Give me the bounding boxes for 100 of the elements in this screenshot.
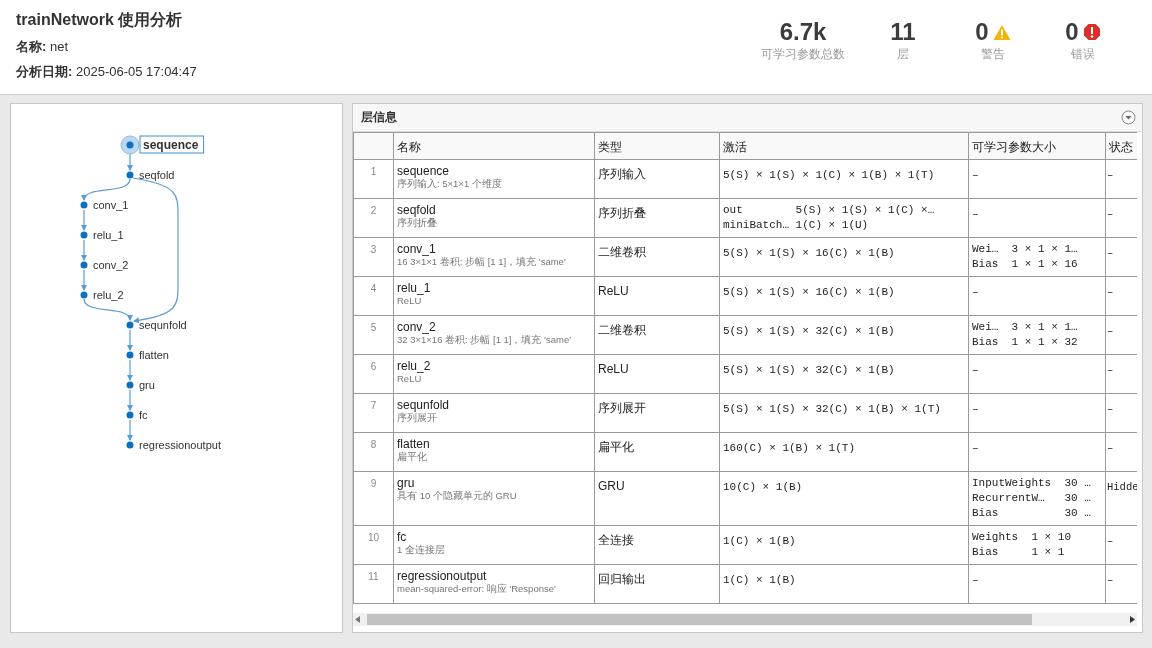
row-number: 9 — [370, 478, 377, 489]
layer-name: conv_1 — [397, 242, 437, 256]
column-header[interactable]: 激活 — [723, 140, 747, 154]
graph-node[interactable] — [80, 201, 88, 209]
learnable-size: Wei… 3 × 1 × 1… Bias 1 × 1 × 16 — [972, 242, 1078, 272]
connector-arrow — [127, 359, 133, 381]
row-number: 2 — [370, 205, 377, 216]
learnable-size: – — [972, 285, 979, 300]
activation-size: 1(C) × 1(B) — [723, 573, 796, 588]
node-label: sequnfold — [139, 319, 187, 331]
activation-size: 5(S) × 1(S) × 32(C) × 1(B) — [723, 324, 895, 339]
graph-node[interactable] — [80, 231, 88, 239]
graph-node[interactable] — [126, 411, 134, 419]
scroll-left-icon[interactable] — [353, 614, 363, 625]
learnable-size: – — [972, 363, 979, 378]
connector-arrow — [127, 329, 133, 351]
layer-description: 1 全连接层 — [397, 544, 446, 557]
state-size: – — [1107, 402, 1114, 417]
state-size: – — [1107, 246, 1114, 261]
learnable-size: – — [972, 441, 979, 456]
graph-node[interactable] — [126, 381, 134, 389]
learnable-size: – — [972, 207, 979, 222]
state-size: – — [1107, 207, 1114, 222]
stat-label: 层 — [897, 46, 909, 63]
layer-description: 序列输入: 5×1×1 个维度 — [397, 178, 503, 191]
row-number: 3 — [370, 244, 377, 255]
stat-value: 0 — [975, 18, 989, 46]
graph-node[interactable] — [126, 441, 134, 449]
layer-type: 回归输出 — [598, 572, 646, 586]
layer-type: 序列折叠 — [598, 206, 646, 220]
layer-type: 二维卷积 — [598, 245, 646, 259]
activation-size: 10(C) × 1(B) — [723, 480, 803, 495]
row-number: 7 — [370, 400, 377, 411]
activation-size: out 5(S) × 1(S) × 1(C) ×… miniBatch… 1(C) × 1(U) — [723, 203, 935, 233]
layer-name: flatten — [397, 437, 431, 451]
column-header[interactable]: 名称 — [397, 140, 421, 154]
connector-arrow — [81, 209, 87, 231]
state-size: – — [1107, 285, 1114, 300]
layer-name: sequence — [397, 164, 451, 178]
node-label: relu_2 — [93, 289, 124, 301]
node-label: gru — [139, 379, 155, 391]
stat-value: 11 — [890, 18, 916, 46]
state-size: – — [1107, 573, 1114, 588]
scroll-right-icon[interactable] — [1127, 614, 1137, 625]
graph-node[interactable] — [126, 321, 134, 329]
graph-node[interactable] — [126, 171, 134, 179]
row-number: 4 — [370, 283, 377, 294]
learnable-size: Weights 1 × 10 Bias 1 × 1 — [972, 530, 1072, 560]
node-label: sequence — [139, 135, 205, 154]
learnable-size: Wei… 3 × 1 × 1… Bias 1 × 1 × 32 — [972, 320, 1078, 350]
state-size: – — [1107, 168, 1114, 183]
row-number: 6 — [370, 361, 377, 372]
learnable-size: InputWeights 30 … RecurrentW… 30 … Bias 30 … — [972, 476, 1091, 521]
layer-name: regressionoutput — [397, 569, 487, 583]
layer-name: sequnfold — [397, 398, 451, 412]
graph-node[interactable] — [126, 351, 134, 359]
report-title: trainNetwork 使用分析 — [16, 10, 184, 30]
state-size: – — [1107, 441, 1114, 456]
layer-name: relu_2 — [397, 359, 432, 373]
row-number: 1 — [370, 166, 377, 177]
panel-title: 层信息 — [361, 109, 397, 126]
activation-size: 5(S) × 1(S) × 16(C) × 1(B) — [723, 246, 895, 261]
node-label: regressionoutput — [139, 439, 221, 451]
dropdown-icon[interactable] — [1121, 110, 1136, 125]
stat-label: 警告 — [981, 46, 1005, 63]
graph-node[interactable] — [80, 261, 88, 269]
layer-type: 扁平化 — [598, 440, 634, 454]
layer-description: mean-squared-error: 响应 'Response' — [397, 583, 557, 596]
layer-type: 序列输入 — [598, 167, 646, 181]
graph-node[interactable] — [120, 135, 140, 155]
layer-name: relu_1 — [397, 281, 432, 295]
stat-value: 0 — [1065, 18, 1079, 46]
node-label: conv_2 — [93, 259, 129, 271]
layer-name: gru — [397, 476, 416, 490]
layer-description: ReLU — [397, 295, 423, 306]
graph-node[interactable] — [80, 291, 88, 299]
stat-label: 错误 — [1071, 46, 1095, 63]
layer-type: 全连接 — [598, 533, 634, 547]
info-text: 名称: net — [16, 38, 70, 56]
layer-description: ReLU — [397, 373, 423, 384]
layer-description: 序列展开 — [397, 412, 437, 425]
state-size: – — [1107, 324, 1114, 339]
activation-size: 5(S) × 1(S) × 32(C) × 1(B) × 1(T) — [723, 402, 941, 417]
layer-name: conv_2 — [397, 320, 437, 334]
state-size: – — [1107, 363, 1114, 378]
node-label: conv_1 — [93, 199, 129, 211]
connector-arrow — [127, 419, 133, 441]
learnable-size: – — [972, 402, 979, 417]
layer-type: GRU — [598, 479, 625, 493]
info-text: 分析日期: 2025-06-05 17:04:47 — [16, 63, 197, 81]
activation-size: 5(S) × 1(S) × 16(C) × 1(B) — [723, 285, 895, 300]
layer-description: 32 3×1×16 卷积: 步幅 [1 1]，填充 'same' — [397, 334, 572, 347]
column-header[interactable]: 类型 — [598, 140, 622, 154]
row-number: 5 — [370, 322, 377, 333]
node-label: flatten — [139, 349, 169, 361]
row-number: 10 — [367, 532, 380, 543]
learnable-size: – — [972, 168, 979, 183]
node-label: seqfold — [139, 169, 175, 181]
state-size: – — [1107, 534, 1114, 549]
node-label: fc — [139, 409, 148, 421]
